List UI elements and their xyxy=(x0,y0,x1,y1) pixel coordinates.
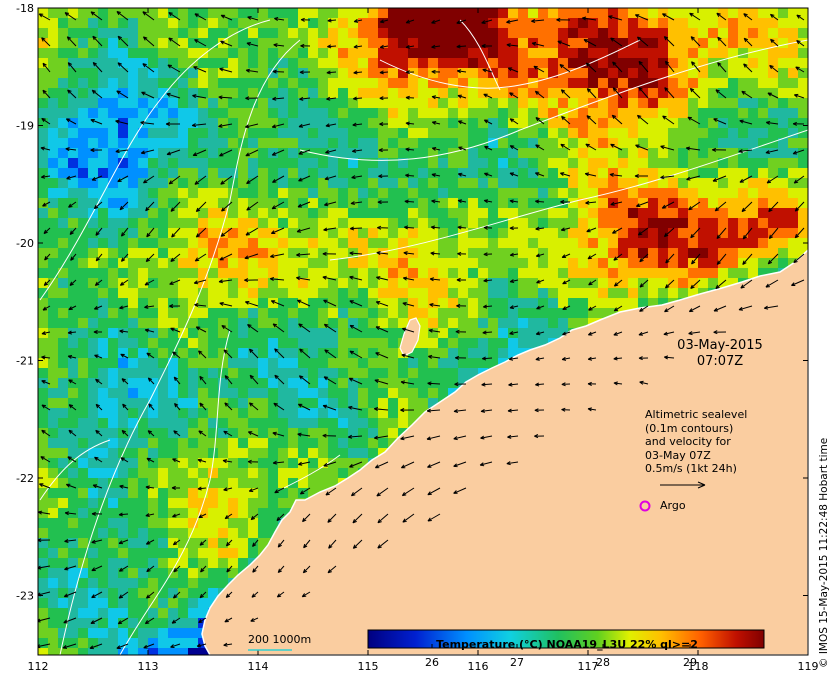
credit-text: © IMOS 15-May-2015 11:22:48 Hobart time xyxy=(818,437,830,668)
colorbar-tick-label: 27 xyxy=(510,656,524,669)
timestamp: 03-May-2015 07:07Z xyxy=(660,338,780,370)
date-label: 03-May-2015 xyxy=(677,338,763,353)
lat-tick-label: -21 xyxy=(16,355,34,368)
lon-tick-label: 119 xyxy=(798,660,819,673)
lon-tick-label: 116 xyxy=(468,660,489,673)
time-label: 07:07Z xyxy=(696,354,744,369)
lat-tick-label: -19 xyxy=(16,120,34,133)
colorbar-tick-label: 29 xyxy=(683,656,697,669)
lon-tick-label: 115 xyxy=(358,660,379,673)
lon-tick-label: 114 xyxy=(248,660,269,673)
lat-tick-label: -20 xyxy=(16,237,34,250)
legend-line: 0.5m/s (1kt 24h) xyxy=(645,462,737,475)
legend-line: Altimetric sealevel xyxy=(645,408,748,421)
colorbar-tick-label: 26 xyxy=(425,656,439,669)
lon-tick-label: 112 xyxy=(28,660,49,673)
legend-line: (0.1m contours) xyxy=(645,421,734,435)
lat-tick-label: -22 xyxy=(16,472,34,485)
lon-tick-label: 113 xyxy=(138,660,159,673)
bathymetry-label: 200 1000m xyxy=(248,633,312,646)
legend-line: and velocity for xyxy=(645,435,731,448)
velocity-legend: Altimetric sealevel (0.1m contours) and … xyxy=(645,408,747,476)
legend-line: 03-May 07Z xyxy=(645,448,711,462)
colorbar-tick-label: 28 xyxy=(596,656,610,669)
lat-tick-label: -18 xyxy=(16,2,34,15)
lat-tick-label: -23 xyxy=(16,590,34,603)
colorbar-title: Temperature (°C) NOAA19_L3U 22% ql>=2 xyxy=(436,638,698,651)
argo-label: Argo xyxy=(660,499,686,512)
